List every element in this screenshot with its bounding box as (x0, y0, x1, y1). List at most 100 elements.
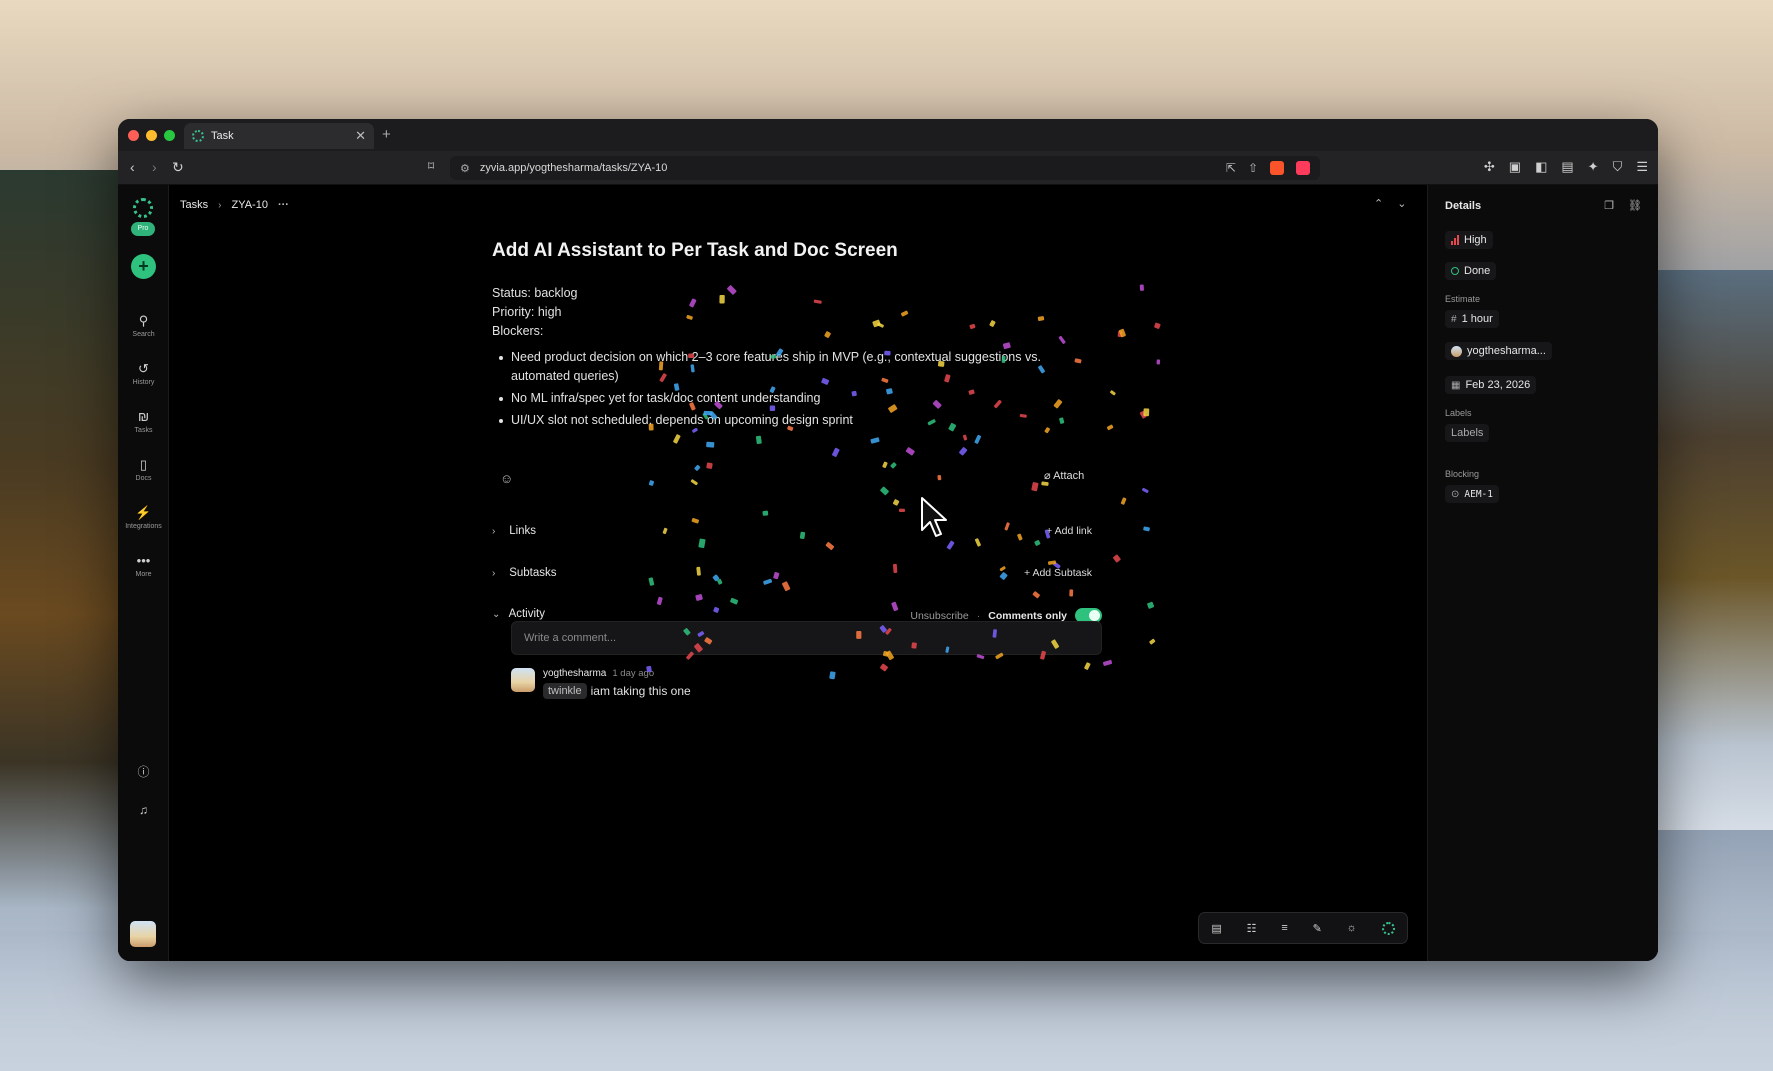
address-bar[interactable]: ⚙ zyvia.app/yogthesharma/tasks/ZYA-10 ⇱ … (450, 156, 1320, 180)
priority-chip[interactable]: High (1445, 231, 1493, 249)
create-new-button[interactable]: + (131, 254, 156, 279)
labels-label: Labels (1445, 408, 1472, 418)
attach-button[interactable]: ⌀ Attach (1044, 469, 1084, 482)
status-done-icon (1451, 267, 1459, 275)
search-icon: ⚲ (138, 313, 149, 328)
browser-tab[interactable]: Task ✕ (184, 123, 374, 149)
estimate-chip[interactable]: # 1 hour (1445, 310, 1499, 328)
rail-item-more[interactable]: ••• More (118, 553, 169, 578)
rail-item-docs[interactable]: ▯ Docs (118, 457, 169, 482)
comment-time: 1 day ago (612, 668, 655, 679)
rail-item-label: Docs (135, 475, 152, 482)
details-panel: Details ❐ ⛓ High Done Estimate # 1 hour … (1427, 185, 1658, 961)
rail-item-label: Integrations (125, 523, 162, 530)
copy-icon[interactable]: ❐ (1604, 199, 1614, 212)
site-settings-icon[interactable]: ⚙ (460, 162, 470, 175)
more-icon: ••• (136, 553, 151, 568)
wallet-icon[interactable]: ▤ (1561, 159, 1573, 175)
zyvia-ai-icon[interactable] (1381, 921, 1395, 935)
plus-icon[interactable]: + (382, 126, 391, 143)
chevron-down-icon[interactable]: ⌄ (1397, 197, 1406, 210)
close-window-button[interactable] (128, 130, 139, 141)
vpn-icon[interactable]: ⛉ (1613, 159, 1623, 175)
zyvia-logo-icon[interactable] (133, 198, 153, 218)
assignee-value: yogthesharma... (1467, 345, 1546, 357)
edit-icon[interactable]: ✎ (1313, 922, 1322, 935)
breadcrumb-current[interactable]: ZYA-10 (231, 199, 267, 211)
brave-rewards-icon[interactable] (1296, 161, 1310, 175)
url-text: zyvia.app/yogthesharma/tasks/ZYA-10 (479, 162, 668, 174)
extensions-icon[interactable]: ✣ (1484, 159, 1495, 175)
media-icon[interactable]: ▣ (1509, 159, 1521, 175)
rail-item-history[interactable]: ↺ History (118, 361, 169, 386)
bell-icon[interactable]: ♫ (118, 803, 169, 817)
task-navigation: ⌃ ⌄ (1374, 197, 1406, 210)
sidebar-toggle-icon[interactable]: ◧ (1535, 159, 1547, 175)
tab-close-icon[interactable]: ✕ (355, 128, 366, 144)
chevron-up-icon[interactable]: ⌃ (1374, 197, 1383, 210)
unsubscribe-button[interactable]: Unsubscribe (910, 610, 968, 622)
mouse-cursor-icon (921, 497, 947, 537)
commenter-avatar[interactable] (511, 668, 535, 692)
blockers-list: Need product decision on which 2–3 core … (492, 348, 1092, 433)
bulb-icon[interactable]: ☼ (1347, 922, 1357, 934)
forward-icon[interactable]: › (152, 159, 157, 175)
paperclip-icon: ⌀ (1044, 470, 1051, 482)
labels-chip[interactable]: Labels (1445, 424, 1490, 442)
add-link-button[interactable]: + Add link (1046, 525, 1092, 537)
status-value: Done (1464, 265, 1491, 277)
plug-icon: ⚡ (135, 505, 152, 520)
menu-icon[interactable]: ☰ (1636, 159, 1648, 175)
rail-item-tasks[interactable]: ₪ Tasks (118, 409, 169, 434)
task-title[interactable]: Add AI Assistant to Per Task and Doc Scr… (492, 240, 898, 262)
chevron-right-icon: › (492, 568, 496, 579)
user-avatar[interactable] (130, 921, 156, 947)
back-icon[interactable]: ‹ (130, 159, 135, 175)
plus-icon: + (1023, 567, 1031, 579)
attach-label: Attach (1053, 470, 1085, 482)
due-date-chip[interactable]: ▦ Feb 23, 2026 (1445, 376, 1537, 394)
comment-input[interactable]: Write a comment... (511, 621, 1102, 655)
leo-ai-icon[interactable]: ✦ (1588, 159, 1599, 175)
priority-line: Priority: high (492, 305, 562, 319)
chevron-right-icon: › (218, 199, 222, 211)
pro-badge: Pro (131, 222, 155, 236)
document-icon[interactable]: ▤ (1211, 922, 1221, 935)
rail-item-integrations[interactable]: ⚡ Integrations (118, 505, 169, 530)
breadcrumb: Tasks › ZYA-10 ··· (180, 199, 289, 211)
reload-icon[interactable]: ↻ (172, 159, 184, 176)
minimize-window-button[interactable] (146, 130, 157, 141)
dot-separator: · (976, 609, 981, 622)
mention-chip[interactable]: twinkle (543, 683, 587, 699)
link-icon[interactable]: ⛓ (1628, 199, 1642, 212)
more-options-icon[interactable]: ··· (278, 199, 289, 211)
links-section[interactable]: › Links + Add link (492, 525, 1102, 543)
rail-item-label: Search (132, 331, 155, 338)
comment-placeholder: Write a comment... (524, 632, 617, 644)
share-icon[interactable]: ⇧ (1248, 161, 1258, 175)
status-line: Status: backlog (492, 286, 578, 300)
blocking-chip[interactable]: ⊙ AEM-1 (1445, 485, 1499, 503)
comment-header: yogthesharma 1 day ago (543, 668, 654, 679)
add-subtask-button[interactable]: + Add Subtask (1024, 567, 1092, 579)
numbered-list-icon[interactable]: ☷ (1247, 922, 1257, 935)
zoom-window-button[interactable] (164, 130, 175, 141)
due-date-value: Feb 23, 2026 (1465, 379, 1531, 391)
status-chip[interactable]: Done (1445, 262, 1497, 280)
subtasks-section[interactable]: › Subtasks + Add Subtask (492, 567, 1102, 585)
title-bar: Task ✕ + (118, 119, 1658, 151)
emoji-icon[interactable]: ☺ (500, 471, 513, 486)
zyvia-favicon-icon (192, 130, 204, 142)
bullet-list-icon[interactable]: ≡ (1281, 922, 1287, 934)
breadcrumb-tasks[interactable]: Tasks (180, 199, 208, 211)
list-item: UI/UX slot not scheduled; depends on upc… (492, 411, 1092, 430)
help-icon[interactable]: ⓘ (118, 763, 169, 780)
comment-author[interactable]: yogthesharma (543, 668, 606, 679)
open-external-icon[interactable]: ⇱ (1226, 161, 1236, 175)
rail-item-search[interactable]: ⚲ Search (118, 313, 169, 338)
brave-shields-icon[interactable] (1270, 161, 1284, 175)
blockers-line: Blockers: (492, 324, 544, 338)
chevron-right-icon: › (492, 526, 496, 537)
bookmark-icon[interactable]: ⌑ (428, 159, 434, 173)
assignee-chip[interactable]: yogthesharma... (1445, 342, 1552, 360)
